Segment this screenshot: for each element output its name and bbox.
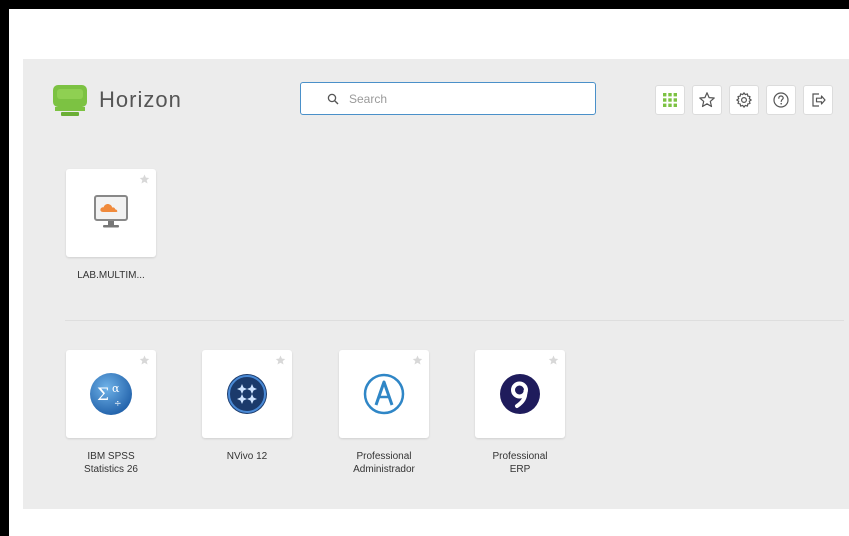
- search-icon: [327, 93, 339, 104]
- favorite-star-icon[interactable]: [139, 174, 150, 185]
- favorite-star-icon[interactable]: [275, 355, 286, 366]
- tile-label: Professional Administrador: [353, 451, 415, 475]
- professional-erp-icon: [500, 374, 540, 414]
- nvivo-icon: [227, 374, 267, 414]
- grid-icon: [663, 93, 677, 107]
- tile-label: NVivo 12: [226, 451, 268, 462]
- favorite-star-icon[interactable]: [412, 355, 423, 366]
- cloud-desktop-icon: [94, 195, 128, 228]
- section-divider: [65, 320, 844, 321]
- spss-icon: Σ α ÷: [90, 373, 132, 415]
- app-tile-nvivo[interactable]: NVivo 12: [192, 350, 302, 463]
- horizon-logo: Horizon: [51, 83, 182, 117]
- settings-button[interactable]: [729, 85, 759, 115]
- app-tile-professional-administrador[interactable]: Professional Administrador: [329, 350, 439, 476]
- toolbar: [655, 85, 833, 115]
- favorite-star-icon[interactable]: [548, 355, 559, 366]
- favorites-button[interactable]: [692, 85, 722, 115]
- tile-card[interactable]: [202, 350, 292, 438]
- app-tile-professional-erp[interactable]: Professional ERP: [465, 350, 575, 476]
- horizon-logo-icon: [53, 85, 87, 116]
- svg-text:÷: ÷: [114, 399, 122, 409]
- svg-text:Σ: Σ: [97, 385, 109, 405]
- favorite-star-icon[interactable]: [139, 355, 150, 366]
- star-icon: [699, 92, 715, 108]
- tile-label: IBM SPSS Statistics 26: [84, 451, 138, 475]
- horizon-portal: Horizon Search LAB.MULTIM... Σ α ÷ IBM S…: [23, 59, 849, 509]
- window-frame: Horizon Search LAB.MULTIM... Σ α ÷ IBM S…: [0, 0, 849, 536]
- app-tile-ibm-spss[interactable]: Σ α ÷ IBM SPSS Statistics 26: [56, 350, 166, 476]
- help-icon: [773, 92, 789, 108]
- search-input[interactable]: [347, 90, 581, 107]
- tile-card[interactable]: [339, 350, 429, 438]
- desktop-tile-lab-multim[interactable]: LAB.MULTIM...: [56, 169, 166, 282]
- tile-card[interactable]: [475, 350, 565, 438]
- help-button[interactable]: [766, 85, 796, 115]
- logout-icon: [812, 93, 826, 107]
- logo-text: Horizon: [99, 87, 182, 112]
- tile-card[interactable]: Σ α ÷: [66, 350, 156, 438]
- header: Horizon: [23, 59, 849, 139]
- apps-grid-button[interactable]: [655, 85, 685, 115]
- professional-admin-icon: [363, 373, 405, 415]
- gear-icon: [736, 92, 752, 108]
- logout-button[interactable]: [803, 85, 833, 115]
- tile-card[interactable]: [66, 169, 156, 257]
- tile-label: LAB.MULTIM...: [77, 270, 145, 281]
- svg-text:α: α: [112, 382, 120, 395]
- tile-label: Professional ERP: [492, 451, 548, 475]
- search-box[interactable]: [300, 82, 596, 115]
